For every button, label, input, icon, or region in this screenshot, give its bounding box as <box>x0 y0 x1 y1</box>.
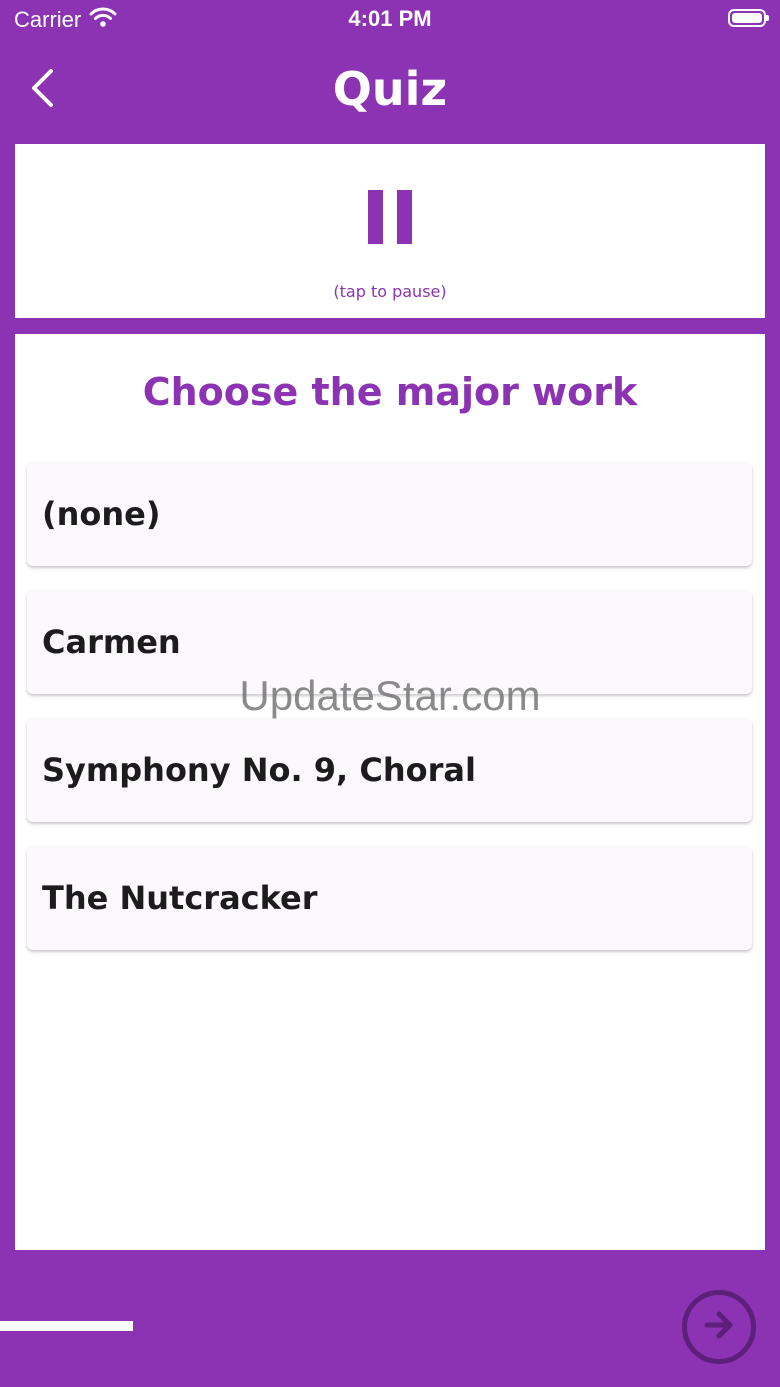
answer-label: Symphony No. 9, Choral <box>42 751 476 789</box>
answer-option[interactable]: Symphony No. 9, Choral <box>27 718 752 822</box>
pause-bar-right <box>397 190 412 244</box>
next-button[interactable] <box>682 1290 756 1364</box>
status-bar: Carrier 4:01 PM <box>0 0 780 40</box>
answer-label: Carmen <box>42 623 181 661</box>
pause-hint: (tap to pause) <box>333 282 447 301</box>
question-card: Choose the major work (none) Carmen Symp… <box>15 334 765 1250</box>
answer-option[interactable]: The Nutcracker <box>27 846 752 950</box>
question-prompt: Choose the major work <box>142 370 638 414</box>
answer-option[interactable]: (none) <box>27 462 752 566</box>
answer-option[interactable]: Carmen <box>27 590 752 694</box>
answer-label: The Nutcracker <box>42 879 318 917</box>
status-time: 4:01 PM <box>348 6 432 31</box>
pause-bar-left <box>368 190 383 244</box>
pause-icon[interactable] <box>360 190 420 250</box>
nav-bar: Quiz <box>0 40 780 144</box>
progress-bar <box>0 1321 133 1331</box>
battery-icon <box>728 9 769 27</box>
pause-card[interactable]: (tap to pause) <box>15 144 765 318</box>
answer-label: (none) <box>42 495 161 533</box>
battery-level <box>732 13 762 23</box>
page-title: Quiz <box>332 62 448 116</box>
arrow-right-icon <box>699 1305 739 1349</box>
